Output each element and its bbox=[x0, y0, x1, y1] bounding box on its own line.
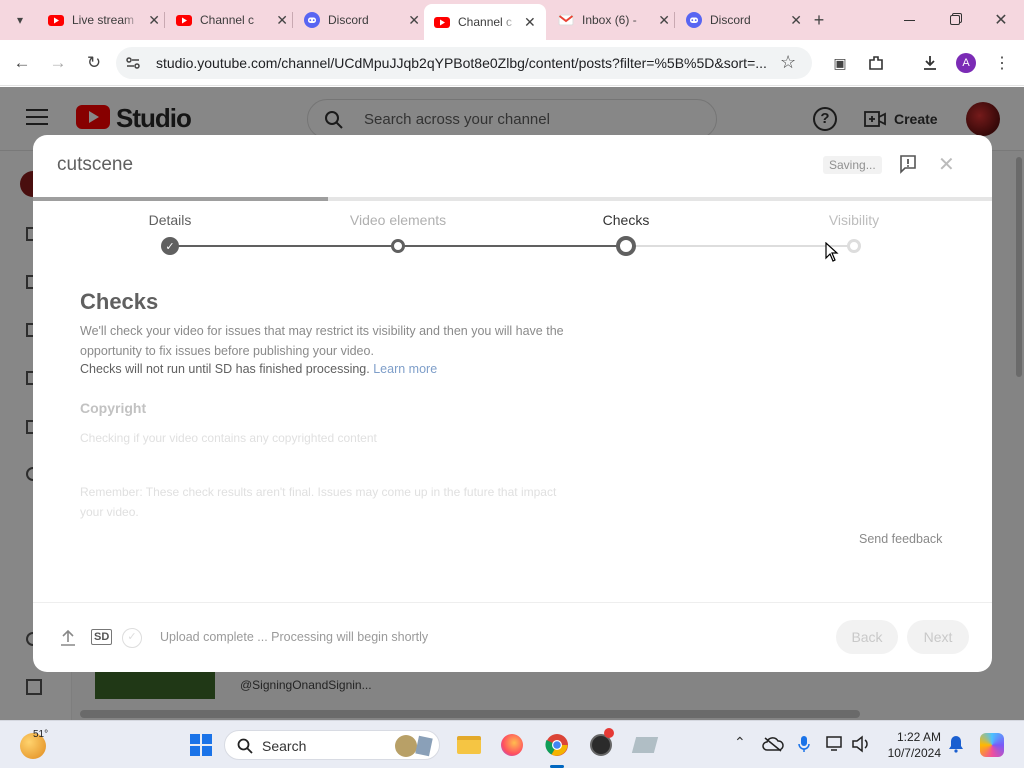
restore-icon[interactable] bbox=[943, 8, 967, 32]
close-tab-icon[interactable]: ✕ bbox=[408, 12, 420, 29]
app-icon[interactable] bbox=[631, 731, 659, 759]
browser-tab[interactable]: Live stream ✕ bbox=[38, 4, 160, 36]
browser-tab-active[interactable]: Channel c ✕ bbox=[424, 4, 546, 40]
close-tab-icon[interactable]: ✕ bbox=[524, 14, 536, 31]
upload-progress-bar bbox=[33, 197, 992, 201]
address-bar[interactable]: studio.youtube.com/channel/UCdMpuJJqb2qY… bbox=[116, 47, 812, 79]
processing-note: Checks will not run until SD has finishe… bbox=[80, 362, 370, 376]
step-dot-checks[interactable] bbox=[616, 236, 636, 256]
search-icon bbox=[237, 738, 253, 754]
upload-progress-fill bbox=[33, 197, 328, 201]
browser-tab[interactable]: Inbox (6) - ✕ bbox=[548, 4, 670, 36]
close-tab-icon[interactable]: ✕ bbox=[148, 12, 160, 29]
search-highlight-icon bbox=[395, 735, 417, 757]
close-dialog-icon[interactable]: ✕ bbox=[938, 152, 955, 177]
discord-icon bbox=[304, 12, 320, 28]
gmail-icon bbox=[558, 14, 574, 26]
send-feedback-link[interactable]: Send feedback bbox=[859, 532, 942, 546]
youtube-icon bbox=[48, 15, 64, 26]
browser-tab[interactable]: Discord ✕ bbox=[294, 4, 420, 36]
step-dot-video-elements[interactable] bbox=[391, 239, 405, 253]
network-icon[interactable] bbox=[826, 735, 846, 753]
download-icon[interactable] bbox=[918, 51, 942, 75]
show-hidden-icons-icon[interactable]: ⌃ bbox=[734, 734, 746, 751]
next-button[interactable]: Next bbox=[907, 620, 969, 654]
upload-icon bbox=[61, 629, 75, 646]
onedrive-icon[interactable] bbox=[762, 736, 784, 752]
new-tab-icon[interactable]: + bbox=[807, 8, 831, 32]
upload-dialog: cutscene Saving... ✕ Details Video eleme… bbox=[33, 135, 992, 672]
profile-avatar[interactable]: A bbox=[956, 53, 976, 73]
step-label-details[interactable]: Details bbox=[149, 212, 192, 228]
notification-bell-icon[interactable] bbox=[948, 735, 964, 753]
dialog-title: cutscene bbox=[57, 154, 134, 175]
minimize-icon[interactable] bbox=[897, 8, 921, 32]
microphone-icon[interactable] bbox=[797, 735, 811, 753]
volume-icon[interactable] bbox=[851, 735, 871, 753]
firefox-icon[interactable] bbox=[498, 731, 526, 759]
step-label-checks[interactable]: Checks bbox=[603, 212, 650, 228]
back-button[interactable]: Back bbox=[836, 620, 898, 654]
file-explorer-icon[interactable] bbox=[455, 731, 483, 759]
remember-note: Remember: These check results aren't fin… bbox=[80, 485, 557, 519]
tab-search-chevron-icon[interactable]: ▾ bbox=[8, 8, 32, 32]
clock-date[interactable]: 10/7/2024 bbox=[884, 746, 941, 760]
taskbar-search-label: Search bbox=[262, 738, 307, 754]
close-window-icon[interactable]: ✕ bbox=[989, 8, 1013, 32]
tab-title: Discord bbox=[710, 13, 751, 27]
close-tab-icon[interactable]: ✕ bbox=[790, 12, 802, 29]
obs-icon[interactable] bbox=[587, 728, 615, 759]
close-tab-icon[interactable]: ✕ bbox=[276, 12, 288, 29]
chrome-menu-icon[interactable]: ⋮ bbox=[990, 51, 1014, 75]
site-settings-icon[interactable] bbox=[125, 55, 141, 71]
browser-tab[interactable]: Channel c ✕ bbox=[166, 4, 288, 36]
stepper-line-pending bbox=[626, 245, 854, 247]
url-text: studio.youtube.com/channel/UCdMpuJJqb2qY… bbox=[156, 55, 767, 71]
windows-start-icon[interactable] bbox=[187, 731, 215, 759]
bookmark-star-icon[interactable]: ☆ bbox=[780, 52, 796, 73]
search-highlight-doc-icon bbox=[415, 735, 433, 757]
tab-title: Discord bbox=[328, 13, 369, 27]
mouse-cursor-icon bbox=[825, 242, 839, 262]
processing-note-row: Checks will not run until SD has finishe… bbox=[80, 362, 437, 376]
windows-taskbar: 51° Search ⌃ 1:22 AM 10/7/2024 bbox=[0, 720, 1024, 768]
forward-icon[interactable]: → bbox=[46, 51, 70, 75]
extensions-icon[interactable] bbox=[864, 51, 888, 75]
browser-tab[interactable]: Discord ✕ bbox=[676, 4, 802, 36]
tab-title: Channel c bbox=[458, 15, 513, 29]
step-dot-visibility[interactable] bbox=[847, 239, 861, 253]
tab-title: Live stream bbox=[72, 13, 135, 27]
step-label-video-elements[interactable]: Video elements bbox=[350, 212, 446, 228]
sd-badge: SD bbox=[91, 629, 113, 645]
stepper-line-done bbox=[170, 245, 398, 247]
taskbar-search[interactable]: Search bbox=[224, 730, 440, 760]
learn-more-link[interactable]: Learn more bbox=[373, 362, 437, 376]
checks-description: We'll check your video for issues that m… bbox=[80, 324, 564, 358]
report-icon[interactable] bbox=[898, 154, 918, 174]
chrome-icon[interactable] bbox=[543, 731, 571, 759]
saving-status: Saving... bbox=[823, 156, 882, 174]
youtube-icon bbox=[434, 17, 450, 28]
copyright-description: Checking if your video contains any copy… bbox=[80, 431, 377, 445]
footer-divider bbox=[33, 602, 992, 603]
close-tab-icon[interactable]: ✕ bbox=[658, 12, 670, 29]
upload-status-text: Upload complete ... Processing will begi… bbox=[160, 630, 429, 644]
back-icon[interactable]: ← bbox=[10, 51, 34, 75]
section-heading: Checks bbox=[80, 289, 159, 314]
step-done-check-icon[interactable]: ✓ bbox=[161, 237, 179, 255]
weather-temp[interactable]: 51° bbox=[33, 729, 48, 740]
cast-icon[interactable]: ▣ bbox=[828, 51, 852, 75]
tab-title: Inbox (6) - bbox=[582, 13, 637, 27]
discord-icon bbox=[686, 12, 702, 28]
reload-icon[interactable]: ↻ bbox=[82, 51, 106, 75]
checks-done-icon: ✓ bbox=[122, 628, 142, 648]
browser-tab-strip: ▾ Live stream ✕ Channel c ✕ Discord ✕ Ch… bbox=[0, 0, 1024, 40]
tab-title: Channel c bbox=[200, 13, 255, 27]
copilot-icon[interactable] bbox=[980, 733, 1004, 757]
copyright-title: Copyright bbox=[80, 400, 147, 416]
stepper-line-done bbox=[398, 245, 626, 247]
youtube-icon bbox=[176, 15, 192, 26]
step-label-visibility[interactable]: Visibility bbox=[829, 212, 879, 228]
clock-time[interactable]: 1:22 AM bbox=[891, 730, 941, 744]
